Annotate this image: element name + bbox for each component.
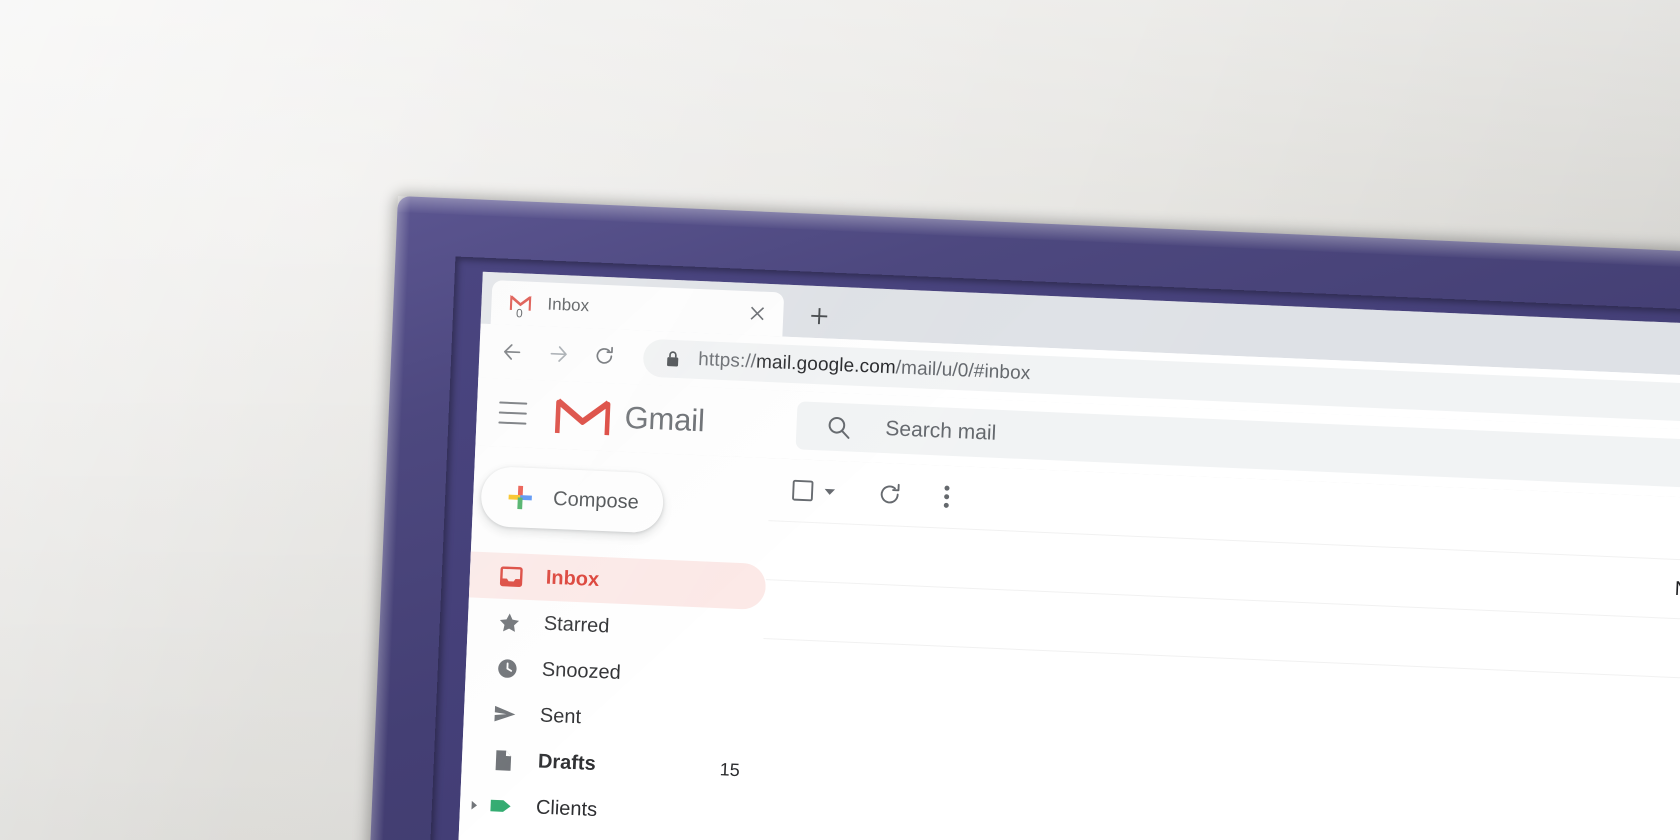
new-tab-button[interactable] [803, 299, 836, 332]
hamburger-menu-icon[interactable] [498, 401, 528, 425]
photo-scene: 0 Inbox https://mail.google.com/mail/u/0… [0, 0, 1680, 840]
clock-icon [493, 656, 520, 680]
sidebar-item-label: Drafts [537, 750, 597, 775]
chevron-right-icon[interactable] [466, 799, 482, 811]
search-icon [826, 414, 852, 440]
checkbox-icon[interactable] [791, 479, 814, 502]
draft-icon [490, 748, 517, 772]
star-icon [495, 610, 522, 634]
gmail-message-pane: No new mail! [749, 458, 1680, 840]
sidebar-item-count: 15 [719, 758, 741, 780]
lock-icon [665, 350, 681, 369]
sidebar-item-label: Inbox [545, 566, 600, 591]
compose-button[interactable]: Compose [479, 465, 665, 534]
chevron-down-icon[interactable] [824, 487, 836, 497]
gmail-m-logo [554, 394, 612, 438]
sidebar-item-label: Sent [539, 704, 582, 728]
sidebar-item-label: Clients [535, 795, 598, 821]
url-host: mail.google.com [755, 351, 897, 379]
google-plus-icon [505, 482, 536, 513]
inbox-icon [497, 564, 524, 588]
plus-icon [811, 308, 828, 325]
close-icon[interactable] [745, 301, 770, 326]
arrow-right-icon[interactable] [541, 336, 576, 371]
screen-surface: 0 Inbox https://mail.google.com/mail/u/0… [453, 271, 1680, 840]
send-icon [491, 702, 518, 727]
reload-icon[interactable] [587, 338, 622, 373]
url-path: /mail/u/0/#inbox [895, 357, 1031, 385]
no-new-mail-text: No new mail! [1674, 577, 1680, 604]
search-mail-placeholder: Search mail [884, 417, 997, 445]
favicon-unread-badge: 0 [515, 306, 524, 321]
url-scheme: https:// [697, 348, 757, 373]
address-bar-url: https://mail.google.com/mail/u/0/#inbox [698, 349, 1031, 385]
label-tag-icon [488, 796, 515, 815]
more-vertical-icon[interactable] [943, 485, 950, 509]
browser-tab-title: Inbox [547, 294, 590, 316]
compose-label: Compose [552, 487, 640, 514]
gmail-body: Compose Inbox Starred Snoozed Sent Draft… [453, 445, 1680, 840]
gmail-m-icon: 0 [509, 294, 532, 320]
refresh-icon[interactable] [877, 482, 902, 507]
gmail-sidebar: Compose Inbox Starred Snoozed Sent Draft… [453, 445, 772, 840]
gmail-wordmark: Gmail [623, 399, 706, 439]
laptop-device: 0 Inbox https://mail.google.com/mail/u/0… [365, 196, 1680, 840]
sidebar-item-label: Snoozed [541, 658, 622, 684]
arrow-left-icon[interactable] [495, 334, 530, 369]
sidebar-item-label: Starred [543, 612, 610, 637]
sidebar-nav-list: Inbox Starred Snoozed Sent Drafts 15 Cli… [459, 551, 767, 839]
gmail-app: Gmail Search mail Compose Inbox Starred … [453, 377, 1680, 840]
